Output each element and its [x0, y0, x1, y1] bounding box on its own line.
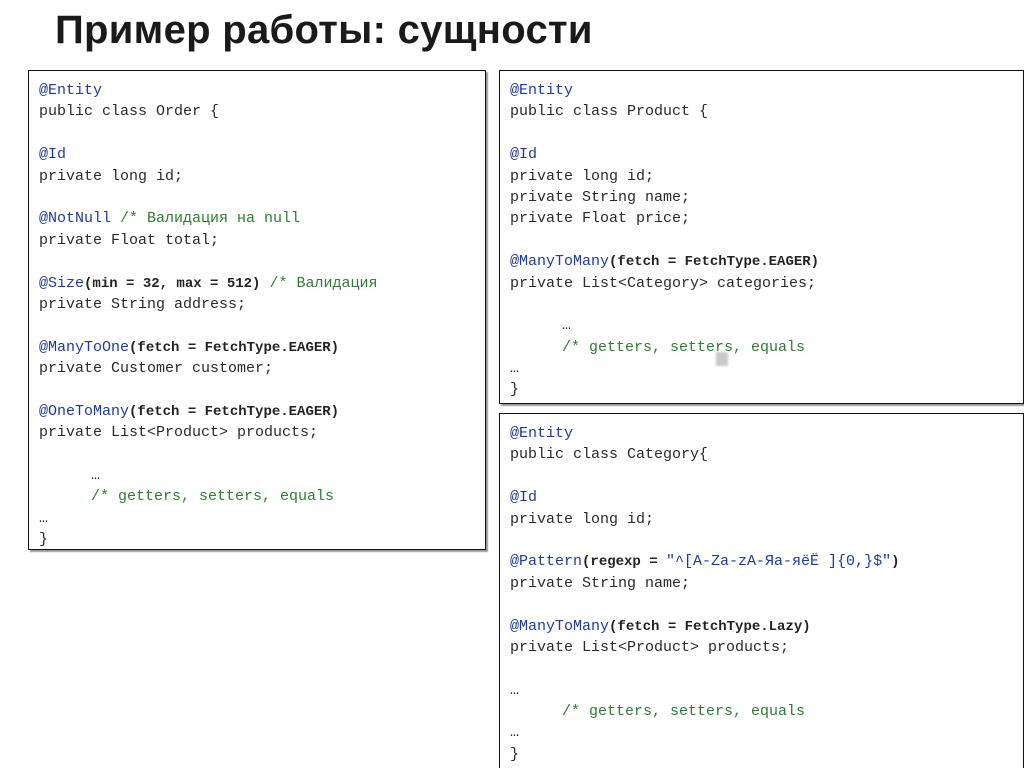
code-line: public class Product {	[510, 103, 709, 121]
size-annotation: @Size	[39, 274, 85, 292]
manytoone-args: (fetch = FetchType.EAGER)	[129, 339, 340, 356]
code-line: @Entity	[510, 80, 1023, 101]
ellipsis: …	[510, 681, 520, 699]
manytomany-args: (fetch = FetchType.Lazy)	[609, 618, 811, 635]
id-annotation: @Id	[510, 489, 538, 507]
onetomany-annotation: @OneToMany	[39, 402, 130, 420]
slide-title: Пример работы: сущности	[55, 8, 593, 52]
code-line: private Float total;	[39, 231, 220, 249]
entity-annotation: @Entity	[39, 82, 103, 99]
ellipsis: …	[39, 509, 49, 527]
pattern-args-end: )	[891, 554, 900, 571]
code-line: @Size(min = 32, max = 512) /* Валидация	[39, 273, 485, 294]
closing-brace: }	[510, 381, 520, 399]
entity-annotation: @Entity	[510, 82, 574, 99]
validation-comment: /* Валидация на null	[120, 210, 301, 228]
code-line: private Float price;	[510, 210, 691, 228]
code-line: @ManyToMany(fetch = FetchType.Lazy)	[510, 616, 1023, 637]
code-line: @ManyToMany(fetch = FetchType.EAGER)	[510, 251, 1023, 272]
code-line: @Id	[510, 487, 1023, 508]
pattern-regex: "^[A-Za-zA-Яа-яёЁ ]{0,}$"	[666, 553, 892, 571]
getters-comment: /* getters, setters, equals	[562, 338, 806, 356]
code-line: private List<Product> products;	[39, 424, 319, 442]
code-line: @Id	[39, 144, 485, 165]
manytomany-annotation: @ManyToMany	[510, 253, 610, 271]
pattern-annotation: @Pattern	[510, 553, 583, 571]
code-line: private String address;	[39, 295, 247, 313]
id-annotation: @Id	[510, 146, 538, 164]
manytomany-args: (fetch = FetchType.EAGER)	[609, 254, 820, 271]
manytomany-annotation: @ManyToMany	[510, 617, 610, 635]
entity-annotation: @Entity	[510, 425, 574, 442]
code-block-product: @Entity public class Product { @Id priva…	[499, 70, 1024, 404]
ellipsis: …	[562, 317, 572, 335]
notnull-annotation: @NotNull	[39, 210, 112, 228]
closing-brace: }	[510, 745, 520, 763]
code-line: private List<Product> products;	[510, 638, 790, 656]
ellipsis: …	[510, 360, 520, 378]
getters-comment: /* getters, setters, equals	[562, 703, 806, 721]
code-line: /* getters, setters, equals	[510, 337, 1023, 358]
code-line: /* getters, setters, equals	[39, 486, 485, 507]
code-block-category: @Entity public class Category{ @Id priva…	[499, 413, 1024, 768]
size-args: (min = 32, max = 512)	[84, 275, 261, 292]
code-line: private String name;	[510, 574, 691, 592]
closing-brace: }	[39, 531, 49, 549]
pattern-args-start: (regexp =	[582, 554, 667, 571]
manytoone-annotation: @ManyToOne	[39, 338, 130, 356]
code-line: public class Order {	[39, 103, 220, 121]
code-line: @Entity	[510, 423, 1023, 444]
code-line: @ManyToOne(fetch = FetchType.EAGER)	[39, 337, 485, 358]
code-line: private long id;	[510, 510, 655, 528]
id-annotation: @Id	[39, 146, 67, 164]
code-line: @Entity	[39, 80, 485, 101]
code-line: private long id;	[510, 167, 655, 185]
code-block-order: @Entity public class Order { @Id private…	[28, 70, 486, 550]
code-line: private long id;	[39, 167, 184, 185]
code-line: @Pattern(regexp = "^[A-Za-zA-Яа-яёЁ ]{0,…	[510, 551, 1023, 572]
code-line: private String name;	[510, 188, 691, 206]
code-line: @OneToMany(fetch = FetchType.EAGER)	[39, 401, 485, 422]
onetomany-args: (fetch = FetchType.EAGER)	[129, 403, 340, 420]
ellipsis: …	[510, 724, 520, 742]
blur-artifact	[716, 352, 728, 366]
code-line: @Id	[510, 144, 1023, 165]
code-line: /* getters, setters, equals	[510, 701, 1023, 722]
code-line: private Customer customer;	[39, 360, 274, 378]
code-line: public class Category{	[510, 446, 709, 464]
getters-comment: /* getters, setters, equals	[91, 488, 335, 506]
ellipsis: …	[91, 467, 101, 485]
validation-comment: /* Валидация	[269, 274, 378, 292]
code-line: @NotNull /* Валидация на null	[39, 208, 485, 229]
code-line: private List<Category> categories;	[510, 274, 817, 292]
